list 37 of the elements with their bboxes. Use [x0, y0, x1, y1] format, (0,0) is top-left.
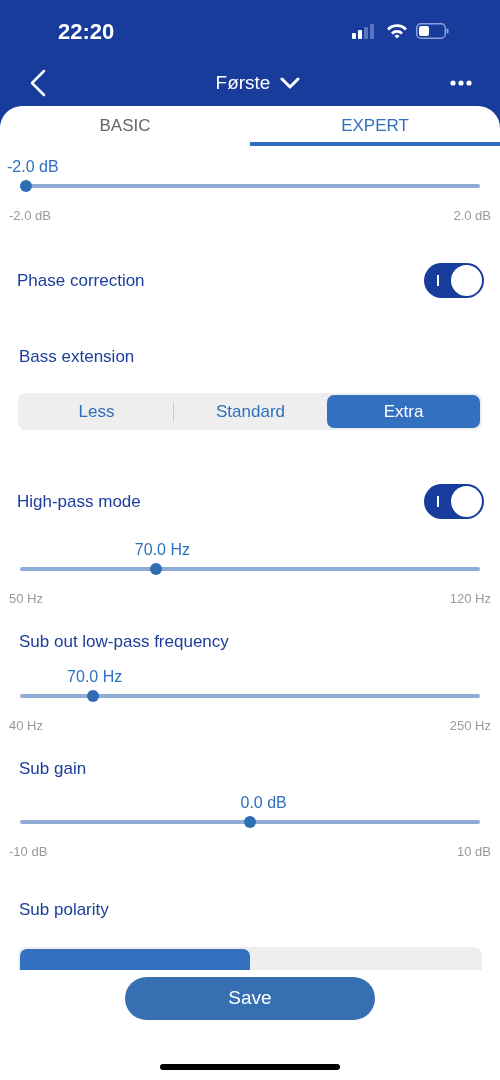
chevron-down-icon — [280, 77, 301, 89]
slider-value: -2.0 dB — [7, 157, 59, 177]
slider-value: 0.0 dB — [240, 793, 287, 813]
toggle-switch[interactable] — [424, 263, 484, 298]
setting-label: Phase correction — [17, 269, 145, 292]
setting-label: Sub out low-pass frequency — [18, 631, 230, 653]
slider-thumb[interactable] — [244, 816, 256, 828]
slider-value: 70.0 Hz — [134, 540, 190, 560]
tab[interactable]: BASIC — [0, 106, 250, 146]
slider-thumb[interactable] — [87, 690, 100, 702]
toggle-switch[interactable] — [424, 484, 484, 519]
segment-option[interactable]: Standard — [174, 395, 327, 428]
profile-dropdown[interactable]: Første — [215, 68, 301, 98]
setting-label: Sub gain — [18, 758, 88, 780]
slider-max-label: 2.0 dB — [453, 208, 491, 224]
slider-min-label: 50 Hz — [9, 591, 43, 607]
segment-option[interactable]: Extra — [327, 395, 480, 428]
setting-label: Bass extension — [18, 346, 136, 368]
setting-label: Sub polarity — [18, 899, 110, 921]
more-icon[interactable] — [450, 78, 472, 88]
wifi-icon — [386, 23, 408, 39]
slider-max-label: 10 dB — [457, 844, 491, 860]
slider-min-label: 40 Hz — [9, 718, 43, 734]
slider-min-label: -10 dB — [9, 844, 48, 860]
slider-max-label: 120 Hz — [449, 591, 491, 607]
slider-min-label: -2.0 dB — [9, 208, 51, 224]
slider-max-label: 250 Hz — [449, 718, 491, 734]
segment-option[interactable]: Less — [20, 395, 173, 428]
battery-icon — [416, 23, 450, 39]
slider-thumb[interactable] — [149, 563, 162, 575]
status-time: 22:20 — [58, 17, 115, 46]
save-button[interactable]: Save — [125, 977, 375, 1020]
setting-label: High-pass mode — [17, 490, 141, 513]
slider-thumb[interactable] — [20, 180, 32, 192]
tab[interactable]: EXPERT — [250, 106, 500, 146]
slider-value: 70.0 Hz — [67, 667, 123, 687]
back-icon[interactable] — [28, 68, 48, 98]
